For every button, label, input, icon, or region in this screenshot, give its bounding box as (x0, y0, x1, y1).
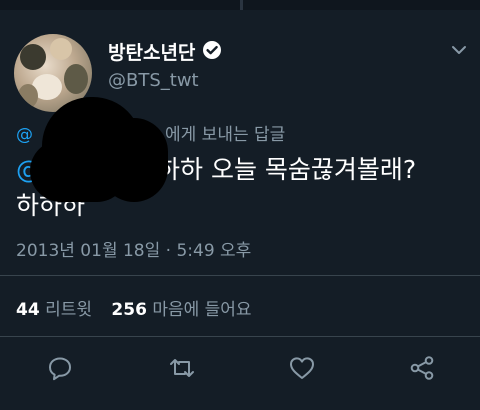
retweet-button[interactable] (168, 354, 196, 382)
share-icon (410, 356, 434, 380)
tweet-timestamp[interactable]: 2013년 01월 18일 · 5:49 오후 (16, 236, 251, 261)
chevron-down-icon[interactable] (450, 42, 468, 56)
verified-badge-icon (202, 40, 222, 60)
retweet-count[interactable]: 44 (16, 300, 40, 320)
reply-context-mention[interactable]: @ (16, 125, 33, 145)
retweet-icon (170, 359, 194, 377)
display-name[interactable]: 방탄소년단 (108, 38, 195, 65)
reply-button[interactable] (46, 354, 74, 382)
share-button[interactable] (408, 354, 436, 382)
avatar-shape (64, 64, 88, 94)
like-count-label[interactable]: 마음에 들어요 (152, 300, 251, 320)
user-handle[interactable]: @BTS_twt (108, 70, 199, 91)
scroll-indicator (240, 0, 243, 10)
redaction-blob (30, 140, 128, 202)
avatar-shape (18, 84, 38, 108)
avatar-shape (20, 44, 46, 70)
divider (0, 336, 480, 337)
like-count[interactable]: 256 (111, 300, 147, 320)
retweet-count-label[interactable]: 리트윗 (45, 300, 92, 320)
avatar-shape (50, 38, 72, 60)
tweet-text-body: 하하 오늘 목숨끊겨볼래? (157, 155, 417, 184)
like-button[interactable] (288, 354, 316, 382)
divider (0, 275, 480, 276)
heart-icon (290, 357, 314, 379)
reply-icon (49, 357, 71, 381)
reply-context-label: 에게 보내는 답글 (165, 125, 286, 145)
engagement-stats: 44 리트윗 256 마음에 들어요 (16, 295, 252, 320)
